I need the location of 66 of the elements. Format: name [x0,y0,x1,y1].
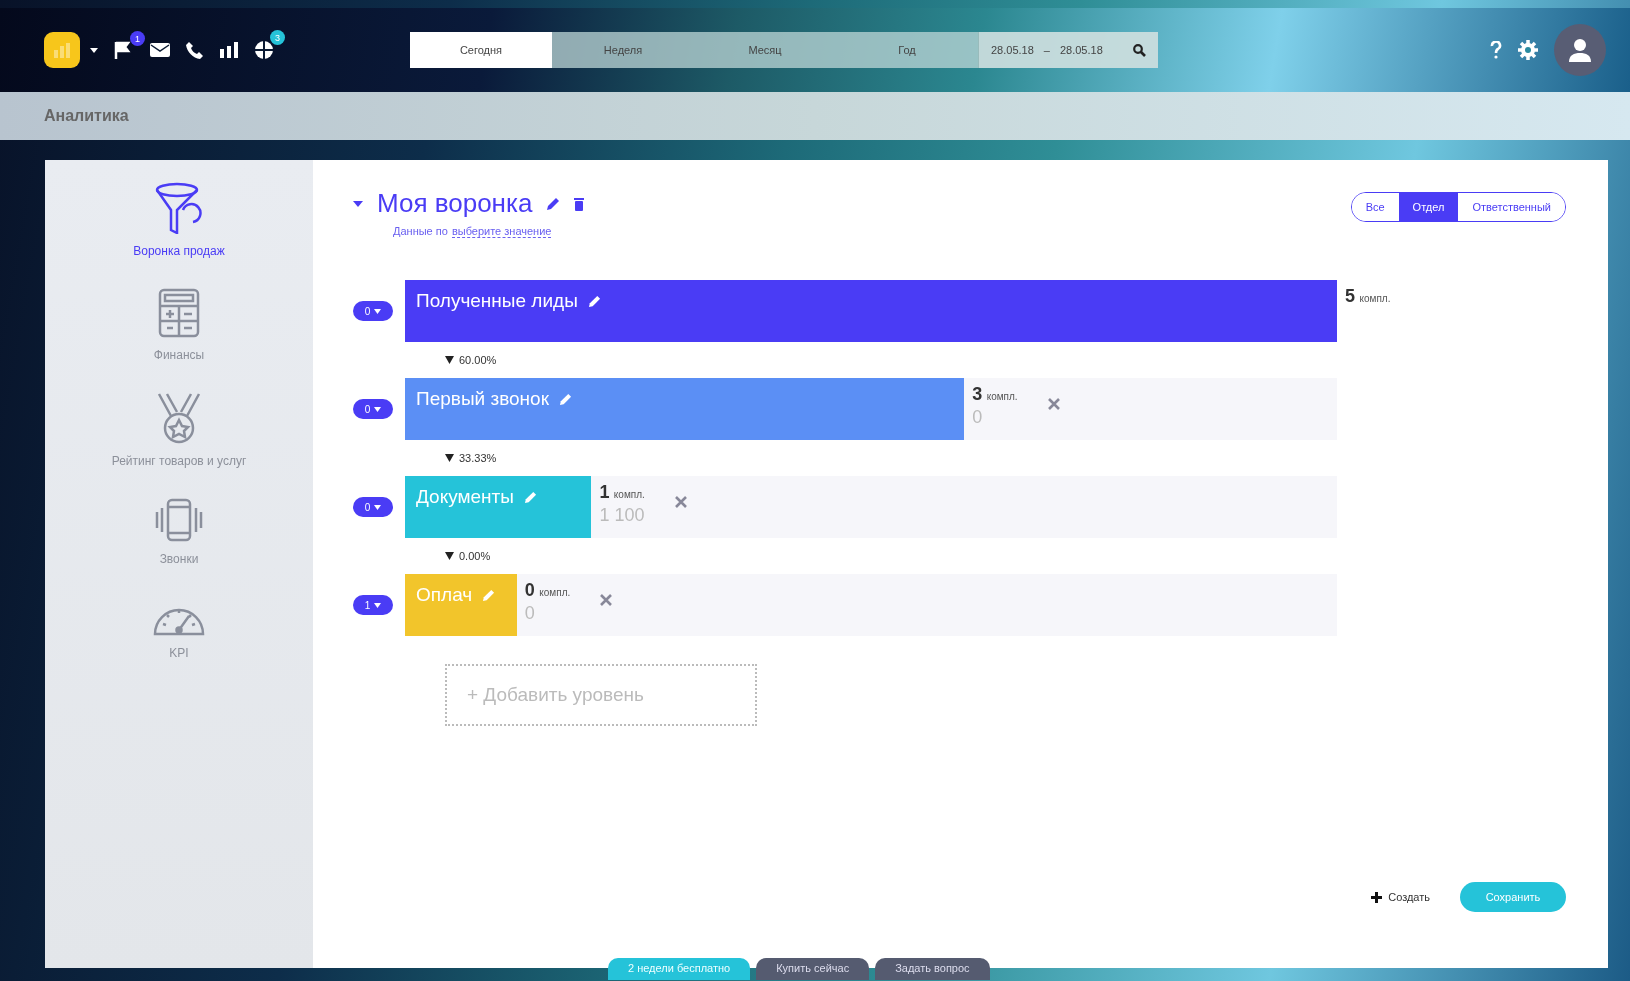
close-icon[interactable] [674,496,687,508]
stage-sum: 1 100 [599,505,645,526]
plus-icon [1371,891,1383,903]
stage-bar[interactable]: Полученные лиды [405,280,1337,342]
create-button[interactable]: Создать [1365,890,1436,904]
sidebar-item[interactable]: Рейтинг товаров и услуг [111,392,247,468]
stage-count: 0 компл. [524,580,571,601]
period-tab[interactable]: Неделя [552,32,694,68]
caret-icon [374,406,382,412]
period-tab[interactable]: Год [836,32,978,68]
app-logo-icon[interactable] [44,32,80,68]
funnel-title: Моя воронка [377,188,533,219]
caret-icon [374,504,382,510]
footer-tab[interactable]: Задать вопрос [875,958,990,980]
value-select-link[interactable]: выберите значение [451,225,552,238]
stage-count: 1 компл. [599,482,645,503]
stage-badge[interactable]: 0 [353,399,393,419]
filter-tab[interactable]: Отдел [1398,193,1459,221]
caret-icon [374,308,382,314]
search-icon[interactable] [1132,43,1146,57]
calculator-icon [158,288,200,338]
pencil-icon[interactable] [558,393,572,406]
conversion-rate: 0.00% [459,550,491,562]
conversion-rate: 33.33% [459,452,497,464]
medal-icon [155,392,203,444]
page-title: Аналитика [44,107,129,125]
caret-icon[interactable] [90,47,98,53]
globe-icon[interactable] [254,40,274,60]
close-icon[interactable] [600,594,613,606]
phone-icon[interactable] [186,41,204,59]
pencil-icon[interactable] [546,196,561,211]
sidebar-item[interactable]: Воронка продаж [133,182,225,258]
mail-icon[interactable] [150,43,170,57]
notification-badge: 1 [130,31,145,46]
stage-badge[interactable]: 0 [353,301,393,321]
stage-bar[interactable]: Первый звонок [405,378,965,440]
stage-count: 5 компл. [1345,286,1391,307]
close-icon[interactable] [1047,398,1060,410]
footer-tab[interactable]: Купить сейчас [756,958,870,980]
stage-sum: 0 [524,603,536,624]
sidebar-item[interactable]: Звонки [153,498,205,566]
down-triangle-icon [445,552,454,560]
period-tab[interactable]: Сегодня [410,32,552,68]
help-icon[interactable] [1490,41,1502,59]
funnel-icon [155,182,203,234]
settings-icon[interactable] [1518,40,1538,60]
date-range-field[interactable]: 28.05.18 – 28.05.18 [978,32,1158,68]
conversion-rate: 60.00% [459,354,497,366]
subtitle-text: Данные по [393,225,448,238]
down-triangle-icon [445,454,454,462]
stage-badge[interactable]: 0 [353,497,393,517]
pencil-icon[interactable] [587,295,601,308]
user-avatar[interactable] [1554,24,1606,76]
bar-chart-icon[interactable] [220,42,238,58]
sidebar-item[interactable]: Финансы [153,288,205,362]
stage-badge[interactable]: 1 [353,595,393,615]
trash-icon[interactable] [574,196,585,211]
sidebar-item[interactable]: KPI [153,596,205,660]
stage-sum: 0 [972,407,984,428]
caret-icon[interactable] [353,200,363,207]
period-tab[interactable]: Месяц [694,32,836,68]
notification-badge: 3 [270,30,285,45]
vibrating-phone-icon [153,498,205,542]
stage-count: 3 компл. [972,384,1018,405]
down-triangle-icon [445,356,454,364]
caret-icon [374,602,382,608]
